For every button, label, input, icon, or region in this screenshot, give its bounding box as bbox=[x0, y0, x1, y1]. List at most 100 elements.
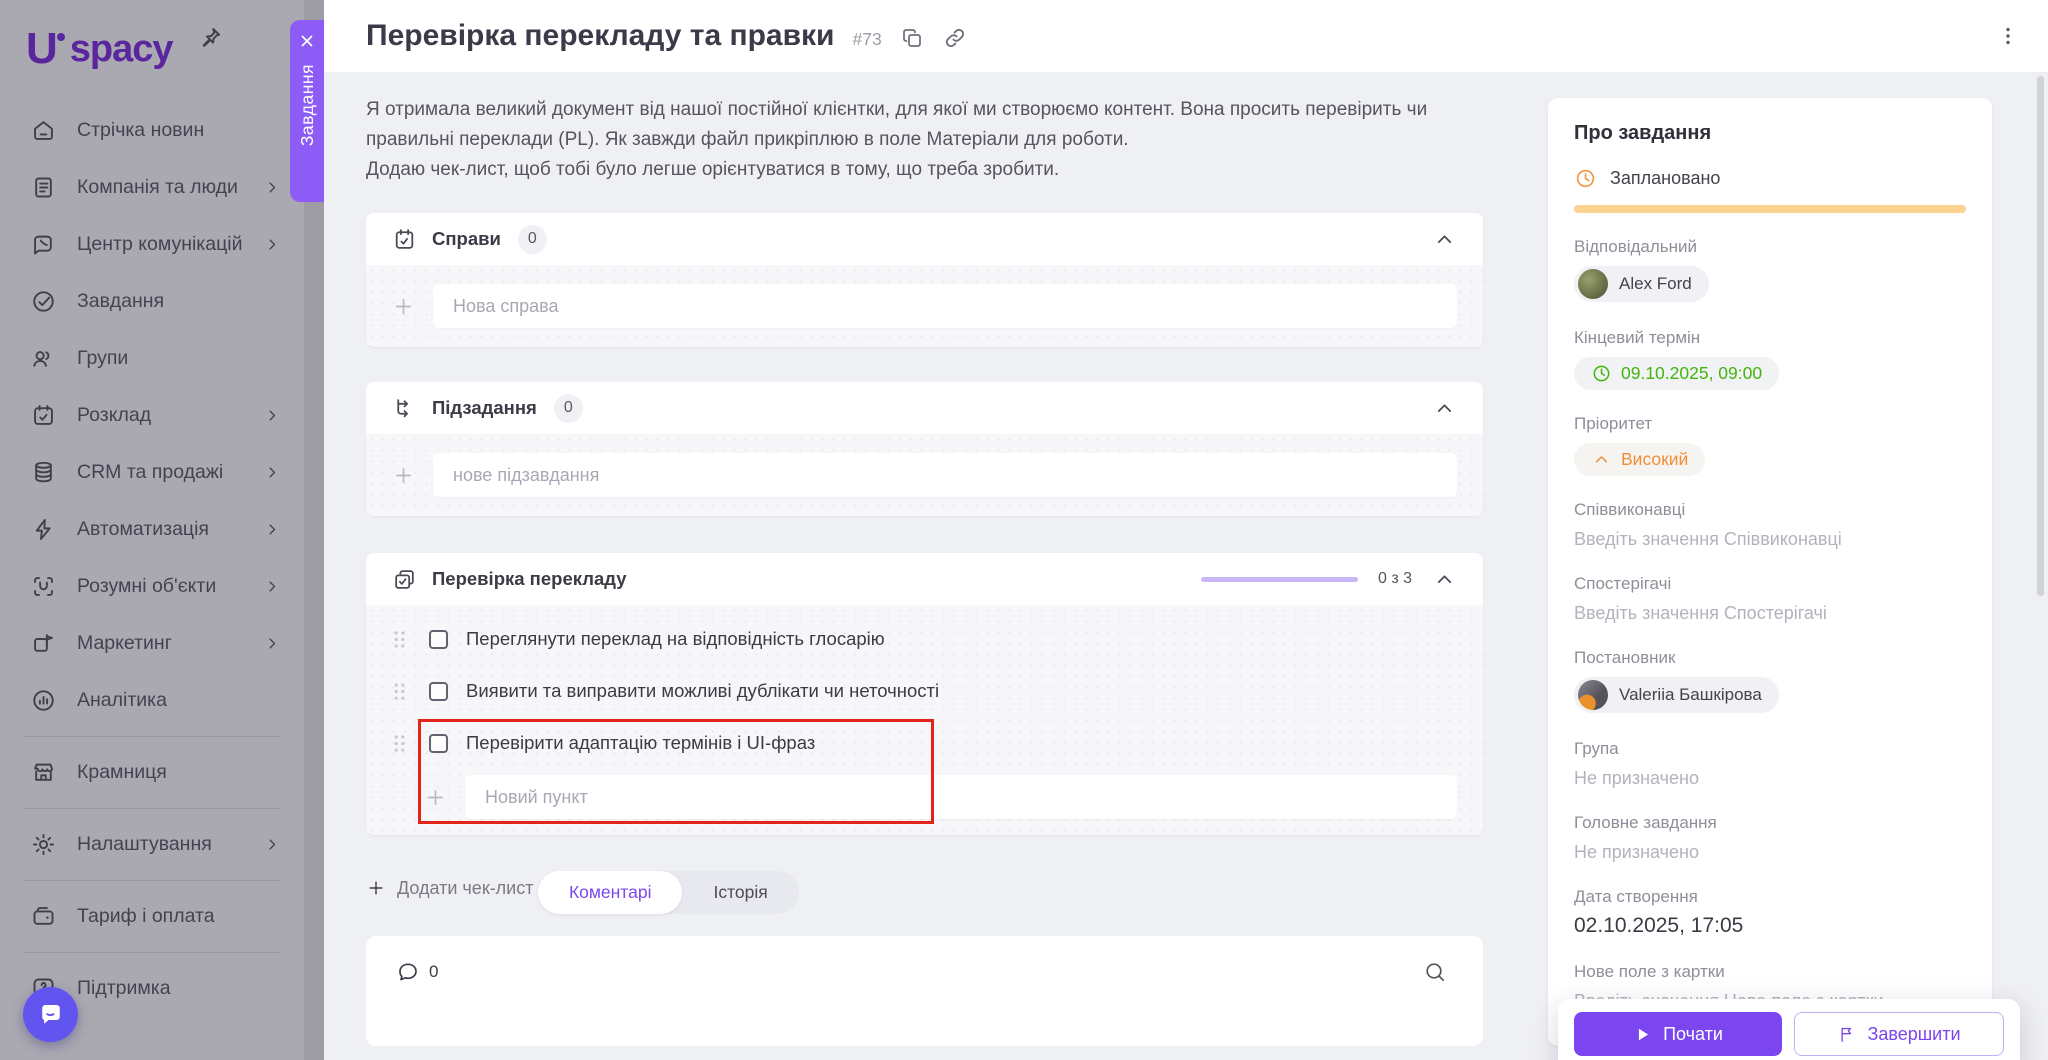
comments-panel: 0 bbox=[366, 936, 1483, 1046]
slideover-side-tab: Завдання bbox=[290, 20, 324, 202]
checkbox[interactable] bbox=[429, 681, 448, 701]
chat-bubble-icon bbox=[36, 1000, 66, 1030]
priority-pill[interactable]: Високий bbox=[1574, 443, 1706, 476]
section-title: Справи bbox=[432, 228, 501, 249]
field-label: Співвиконавці bbox=[1574, 500, 1686, 519]
vertical-scrollbar[interactable] bbox=[2037, 76, 2044, 596]
section-title: Підзадання bbox=[432, 397, 537, 418]
search-icon[interactable] bbox=[1423, 960, 1447, 984]
plus-icon bbox=[392, 464, 415, 487]
new-case-input[interactable] bbox=[433, 284, 1457, 328]
drag-handle-icon[interactable] bbox=[392, 629, 407, 650]
task-main-column: Я отримала великий документ від нашої по… bbox=[366, 95, 1483, 1046]
chevron-up-icon bbox=[1591, 449, 1612, 470]
author-name: Valeriia Башкірова bbox=[1619, 685, 1762, 704]
subtasks-body bbox=[366, 434, 1483, 516]
comments-count: 0 bbox=[396, 960, 438, 984]
chevron-up-icon[interactable] bbox=[1432, 227, 1457, 252]
play-icon bbox=[1633, 1025, 1652, 1044]
activity-tabs: Коментарі Історія bbox=[537, 871, 799, 914]
field-label: Нове поле з картки bbox=[1574, 962, 1725, 981]
checklist-item-label: Переглянути переклад на відповідність гл… bbox=[466, 628, 885, 649]
responsible-chip[interactable]: Alex Ford bbox=[1574, 266, 1709, 302]
task-actions-bar: Почати Завершити bbox=[1558, 999, 2020, 1060]
new-checklist-item-input[interactable] bbox=[465, 775, 1457, 819]
details-title: Про завдання bbox=[1574, 122, 1712, 144]
checkbox[interactable] bbox=[429, 629, 448, 649]
task-slideover-panel: Завдання Перевірка перекладу та правки #… bbox=[290, 0, 2048, 1060]
drag-handle-icon[interactable] bbox=[392, 733, 407, 754]
subtasks-branch-icon bbox=[392, 396, 417, 421]
calendar-check-icon bbox=[392, 227, 417, 252]
tab-comments[interactable]: Коментарі bbox=[537, 871, 683, 914]
plus-icon bbox=[424, 786, 447, 809]
new-checklist-item-row bbox=[392, 775, 1457, 819]
close-icon[interactable] bbox=[298, 32, 316, 50]
modal-dim-overlay[interactable] bbox=[0, 0, 324, 1060]
field-label: Відповідальний bbox=[1574, 237, 1698, 256]
checklist-section: Перевірка перекладу 0 з 3 Переглянути пе… bbox=[366, 553, 1483, 835]
checklist-item-label: Виявити та виправити можливі дублікати ч… bbox=[466, 680, 940, 701]
field-label: Група bbox=[1574, 739, 1619, 758]
cases-section: Справи 0 bbox=[366, 213, 1483, 347]
checklist-header: Перевірка перекладу 0 з 3 bbox=[366, 553, 1483, 605]
copy-icon[interactable] bbox=[900, 26, 924, 50]
start-button[interactable]: Почати bbox=[1574, 1012, 1782, 1056]
deadline-value: 09.10.2025, 09:00 bbox=[1621, 363, 1763, 383]
add-checklist-label: Додати чек-лист bbox=[397, 877, 534, 898]
observers-placeholder[interactable]: Введіть значення Спостерігачі bbox=[1574, 603, 1966, 624]
finish-button[interactable]: Завершити bbox=[1794, 1012, 2004, 1056]
slideover-tab-label[interactable]: Завдання bbox=[297, 64, 318, 146]
checklist-item: Перевірити адаптацію термінів і UI-фраз bbox=[392, 717, 1457, 769]
count-badge: 0 bbox=[517, 224, 547, 254]
chevron-up-icon[interactable] bbox=[1432, 396, 1457, 421]
responsible-name: Alex Ford bbox=[1619, 274, 1692, 293]
checklist-title: Перевірка перекладу bbox=[432, 568, 627, 589]
new-subtask-input[interactable] bbox=[433, 453, 1457, 497]
start-button-label: Почати bbox=[1663, 1023, 1723, 1044]
checklist-icon bbox=[392, 567, 417, 592]
field-label: Кінцевий термін bbox=[1574, 328, 1701, 347]
field-label: Спостерігачі bbox=[1574, 574, 1672, 593]
description-paragraph: Я отримала великий документ від нашої по… bbox=[366, 99, 1428, 150]
flag-icon bbox=[1837, 1025, 1856, 1044]
count-badge: 0 bbox=[553, 393, 583, 423]
status-progress-bar bbox=[1574, 205, 1966, 213]
drag-handle-icon[interactable] bbox=[392, 681, 407, 702]
author-chip[interactable]: Valeriia Башкірова bbox=[1574, 677, 1779, 713]
add-checklist-button[interactable]: Додати чек-лист bbox=[366, 878, 534, 899]
cases-header: Справи 0 bbox=[366, 213, 1483, 265]
plus-icon bbox=[366, 878, 386, 898]
checklist-item: Виявити та виправити можливі дублікати ч… bbox=[392, 665, 1457, 717]
task-id: #73 bbox=[852, 28, 882, 49]
field-label: Головне завдання bbox=[1574, 813, 1717, 832]
support-chat-fab[interactable] bbox=[23, 987, 78, 1042]
app-root: U spacy Стрічка новин Компанія та люди Ц… bbox=[0, 0, 2048, 1060]
new-case-row bbox=[392, 284, 1457, 328]
field-label: Пріоритет bbox=[1574, 414, 1653, 433]
status-row[interactable]: Заплановано bbox=[1574, 167, 1966, 190]
task-description: Я отримала великий документ від нашої по… bbox=[366, 95, 1491, 185]
task-header: Перевірка перекладу та правки #73 bbox=[324, 0, 2048, 72]
parent-task-value[interactable]: Не призначено bbox=[1574, 842, 1966, 863]
avatar bbox=[1578, 680, 1608, 710]
group-value[interactable]: Не призначено bbox=[1574, 768, 1966, 789]
finish-button-label: Завершити bbox=[1867, 1023, 1961, 1044]
checkbox[interactable] bbox=[429, 733, 448, 753]
comment-bubble-icon bbox=[396, 960, 420, 984]
tab-history[interactable]: Історія bbox=[682, 871, 798, 914]
about-task-card: Про завдання Заплановано Відповідальний … bbox=[1548, 98, 1992, 1046]
coexecutors-placeholder[interactable]: Введіть значення Співвиконавці bbox=[1574, 529, 1966, 550]
chevron-up-icon[interactable] bbox=[1432, 567, 1457, 592]
kebab-menu-icon[interactable] bbox=[1996, 24, 2020, 48]
priority-value: Високий bbox=[1621, 449, 1689, 469]
avatar bbox=[1578, 269, 1608, 299]
deadline-pill[interactable]: 09.10.2025, 09:00 bbox=[1574, 357, 1780, 390]
link-icon[interactable] bbox=[942, 25, 968, 51]
clock-status-icon bbox=[1574, 167, 1597, 190]
comments-count-value: 0 bbox=[429, 962, 439, 981]
plus-icon bbox=[392, 295, 415, 318]
checklist-progress-label: 0 з 3 bbox=[1377, 570, 1412, 587]
task-body: Я отримала великий документ від нашої по… bbox=[324, 72, 2048, 1060]
subtasks-header: Підзадання 0 bbox=[366, 382, 1483, 434]
